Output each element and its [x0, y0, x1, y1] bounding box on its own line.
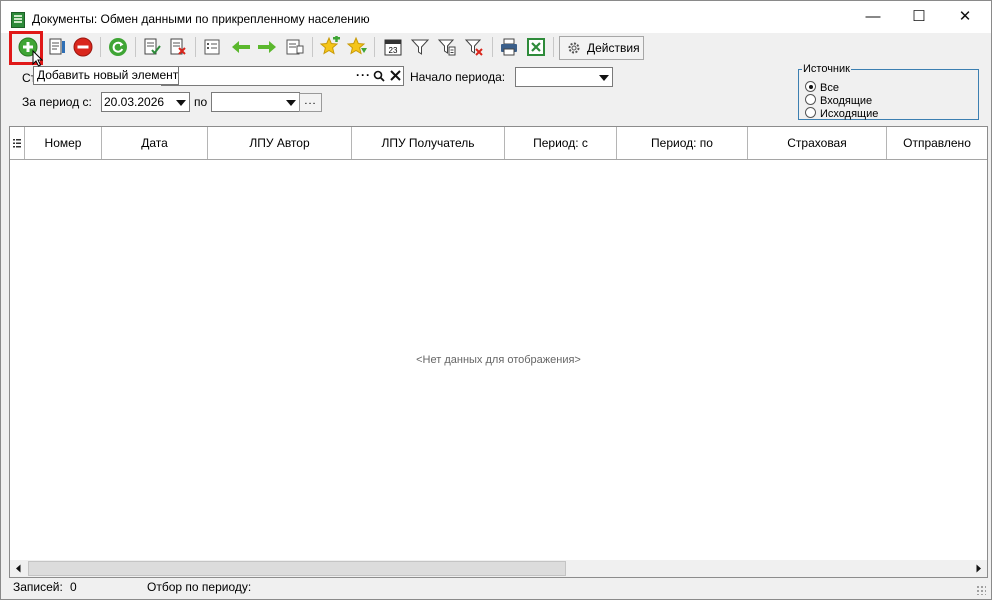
- chevron-down-icon: [599, 75, 609, 81]
- svg-text:23: 23: [389, 46, 398, 55]
- search-icon[interactable]: [373, 70, 385, 82]
- radio-icon: [805, 107, 816, 118]
- excel-button[interactable]: [525, 36, 547, 58]
- arrow-left-small-icon: [16, 564, 21, 573]
- radio-icon: [805, 94, 816, 105]
- column-chooser-icon: [13, 139, 21, 148]
- mouse-cursor-icon: [32, 50, 43, 67]
- horizontal-scrollbar[interactable]: [10, 560, 987, 577]
- actions-label: Действия: [587, 41, 640, 55]
- source-option-label: Исходящие: [820, 108, 879, 120]
- document-edit-icon: [49, 38, 65, 55]
- title-bar: Документы: Обмен данными по прикрепленно…: [1, 1, 991, 33]
- scroll-left-button[interactable]: [10, 560, 27, 577]
- status-field[interactable]: ···: [161, 66, 404, 86]
- column-chooser-button[interactable]: [10, 127, 25, 159]
- refresh-button[interactable]: [107, 36, 129, 58]
- arrow-right-icon: [258, 41, 276, 53]
- source-option-label: Входящие: [820, 95, 873, 107]
- scroll-right-button[interactable]: [970, 560, 987, 577]
- document-check-icon: [144, 38, 161, 55]
- filter-edit-button[interactable]: [436, 36, 458, 58]
- records-label: Записей:: [13, 580, 63, 594]
- print-button[interactable]: [498, 36, 520, 58]
- filter-button[interactable]: [409, 36, 431, 58]
- forward-button[interactable]: [256, 36, 278, 58]
- source-option-all[interactable]: Все: [805, 81, 839, 94]
- period-to-select[interactable]: [211, 92, 300, 112]
- source-option-label: Все: [820, 82, 839, 94]
- radio-selected-icon: [805, 81, 816, 92]
- edit-button[interactable]: [46, 36, 68, 58]
- close-button[interactable]: ✕: [942, 1, 988, 33]
- uncheck-button[interactable]: [167, 36, 189, 58]
- period-start-select[interactable]: [515, 67, 613, 87]
- maximize-button[interactable]: ☐: [896, 1, 942, 33]
- source-title: Источник: [802, 63, 851, 75]
- chevron-down-icon: [286, 100, 296, 106]
- resize-grip-icon[interactable]: [976, 585, 986, 595]
- scroll-thumb[interactable]: [28, 561, 566, 576]
- filter-clear-icon: [464, 39, 483, 56]
- filter-clear-button[interactable]: [463, 36, 485, 58]
- calendar-button[interactable]: 23: [382, 36, 404, 58]
- period-from-value: 20.03.2026: [104, 95, 165, 109]
- check-button[interactable]: [141, 36, 163, 58]
- clear-icon[interactable]: [390, 70, 401, 81]
- data-grid: Номер Дата ЛПУ Автор ЛПУ Получатель Пери…: [9, 126, 988, 578]
- status-bar: Записей: 0 Отбор по периоду:: [9, 579, 988, 597]
- printer-icon: [501, 38, 517, 56]
- period-more-button[interactable]: ...: [299, 93, 322, 112]
- period-from-label: За период с:: [22, 95, 92, 109]
- excel-icon: [527, 38, 545, 56]
- star-plus-icon: [319, 36, 340, 55]
- list-button[interactable]: [202, 36, 224, 58]
- column-header-number[interactable]: Номер: [25, 127, 102, 159]
- arrow-left-icon: [232, 41, 250, 53]
- period-start-label: Начало периода:: [410, 70, 506, 84]
- favorite-add-button[interactable]: [319, 36, 341, 58]
- source-option-outgoing[interactable]: Исходящие: [805, 107, 878, 120]
- minimize-button[interactable]: —: [850, 1, 896, 33]
- filter-icon: [410, 39, 430, 55]
- toolbar: 23 Действия: [8, 34, 988, 62]
- period-to-label: по: [194, 95, 208, 109]
- delete-button[interactable]: [72, 36, 94, 58]
- period-filter-label: Отбор по периоду:: [147, 580, 252, 594]
- chevron-down-icon: [176, 100, 186, 106]
- filter-edit-icon: [437, 39, 456, 56]
- column-header-author[interactable]: ЛПУ Автор: [208, 127, 352, 159]
- column-header-date[interactable]: Дата: [102, 127, 208, 159]
- column-header-period-to[interactable]: Период: по: [617, 127, 748, 159]
- document-x-icon: [170, 38, 186, 55]
- actions-button[interactable]: Действия: [559, 36, 644, 60]
- period-from-select[interactable]: 20.03.2026: [101, 92, 190, 112]
- list-link-button[interactable]: [284, 36, 306, 58]
- refresh-icon: [109, 38, 127, 56]
- arrow-right-small-icon: [976, 564, 981, 573]
- column-header-recipient[interactable]: ЛПУ Получатель: [352, 127, 505, 159]
- list-icon: [204, 39, 220, 55]
- list-link-icon: [286, 39, 304, 55]
- column-header-insurance[interactable]: Страховая: [748, 127, 887, 159]
- column-header-sent[interactable]: Отправлено: [887, 127, 987, 159]
- gear-icon: [568, 42, 580, 54]
- empty-message: <Нет данных для отображения>: [416, 354, 581, 366]
- minus-circle-icon: [73, 37, 93, 57]
- grid-header: Номер Дата ЛПУ Автор ЛПУ Получатель Пери…: [10, 127, 987, 160]
- star-down-icon: [346, 36, 367, 55]
- app-icon: [11, 12, 25, 28]
- records-value: 0: [70, 580, 77, 594]
- calendar-icon: 23: [384, 39, 402, 56]
- tooltip: Добавить новый элемент: [33, 66, 179, 85]
- window-title: Документы: Обмен данными по прикрепленно…: [32, 12, 370, 26]
- column-header-period-from[interactable]: Период: с: [505, 127, 617, 159]
- back-button[interactable]: [230, 36, 252, 58]
- ellipsis-icon[interactable]: ···: [356, 66, 371, 84]
- source-option-incoming[interactable]: Входящие: [805, 94, 872, 107]
- favorite-down-button[interactable]: [346, 36, 368, 58]
- main-window: Документы: Обмен данными по прикрепленно…: [0, 0, 992, 600]
